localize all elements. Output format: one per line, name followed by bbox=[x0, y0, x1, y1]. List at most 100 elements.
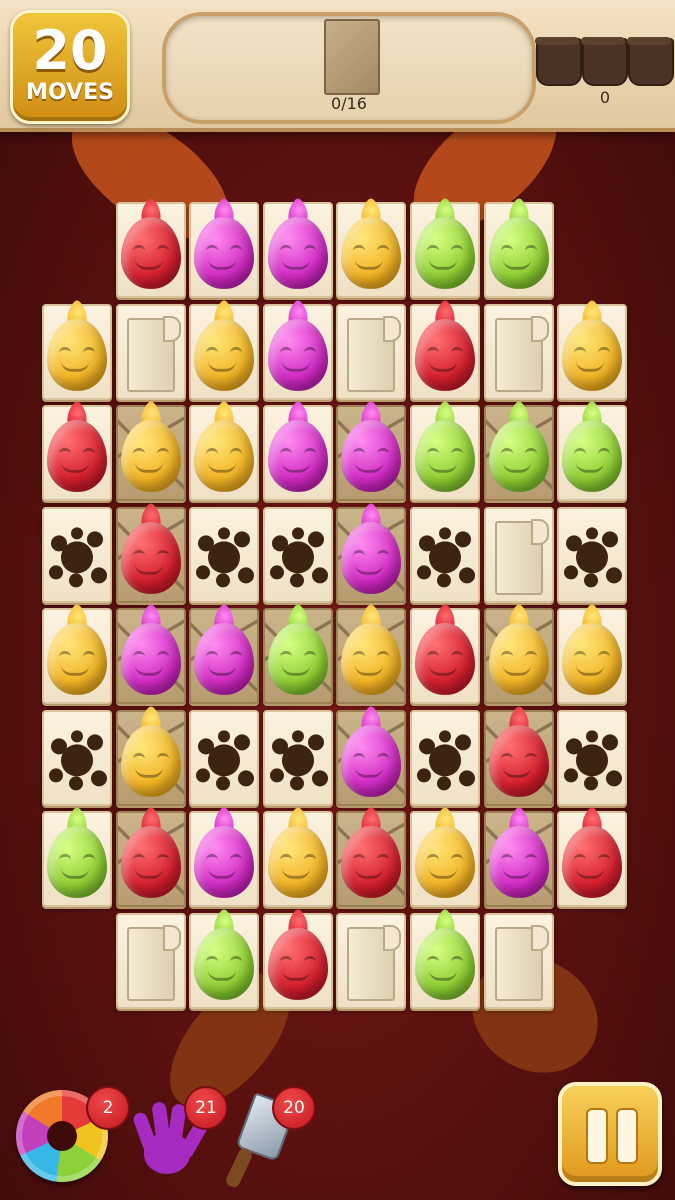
board-tile[interactable] bbox=[42, 303, 112, 400]
board-tile[interactable] bbox=[410, 303, 480, 400]
pink-drop-icon bbox=[488, 825, 549, 898]
board-tile[interactable] bbox=[189, 202, 260, 298]
board-tile[interactable] bbox=[189, 405, 260, 501]
board-tile[interactable] bbox=[336, 202, 407, 298]
green-drop-icon bbox=[488, 216, 549, 289]
board-tile[interactable] bbox=[336, 303, 407, 400]
board-tile[interactable] bbox=[42, 405, 112, 501]
parchment-scroll-icon bbox=[126, 924, 181, 1001]
red-drop-icon bbox=[415, 318, 475, 391]
game-board bbox=[0, 0, 675, 1200]
green-drop-icon bbox=[415, 927, 475, 1000]
cracked-board-tile[interactable] bbox=[336, 405, 407, 501]
cracked-board-tile[interactable] bbox=[115, 608, 186, 704]
chocolate-splat-icon bbox=[268, 729, 328, 790]
red-drop-icon bbox=[120, 521, 181, 594]
pause-button[interactable] bbox=[558, 1082, 662, 1186]
board-tile[interactable] bbox=[262, 405, 333, 501]
cracked-board-tile[interactable] bbox=[115, 405, 186, 501]
board-tile[interactable] bbox=[483, 202, 554, 298]
board-tile[interactable] bbox=[189, 912, 260, 1009]
donut-count-badge: 2 bbox=[86, 1086, 130, 1130]
board-tile[interactable] bbox=[262, 912, 333, 1009]
board-tile[interactable] bbox=[189, 506, 260, 603]
board-tile[interactable] bbox=[262, 709, 333, 806]
board-tile[interactable] bbox=[483, 912, 554, 1009]
parchment-scroll-icon bbox=[347, 924, 402, 1001]
chocolate-splat-icon bbox=[562, 729, 623, 790]
board-tile[interactable] bbox=[262, 202, 333, 298]
green-drop-icon bbox=[267, 622, 328, 695]
cracked-board-tile[interactable] bbox=[115, 506, 186, 603]
board-tile[interactable] bbox=[42, 608, 112, 704]
chocolate-splat-icon bbox=[415, 526, 475, 587]
board-tile[interactable] bbox=[410, 506, 480, 603]
board-tile[interactable] bbox=[262, 303, 333, 400]
cracked-board-tile[interactable] bbox=[483, 811, 554, 907]
red-drop-icon bbox=[488, 724, 549, 797]
pink-drop-icon bbox=[267, 216, 328, 289]
cracked-board-tile[interactable] bbox=[115, 811, 186, 907]
chocolate-splat-icon bbox=[47, 526, 107, 587]
red-drop-icon bbox=[415, 622, 475, 695]
board-tile[interactable] bbox=[410, 405, 480, 501]
board-tile[interactable] bbox=[42, 709, 112, 806]
board-tile[interactable] bbox=[557, 506, 628, 603]
parchment-scroll-icon bbox=[494, 518, 549, 595]
board-tile[interactable] bbox=[557, 811, 628, 907]
board-tile[interactable] bbox=[189, 709, 260, 806]
board-tile[interactable] bbox=[42, 811, 112, 907]
board-tile[interactable] bbox=[410, 811, 480, 907]
cracked-board-tile[interactable] bbox=[189, 608, 260, 704]
chocolate-splat-icon bbox=[415, 729, 475, 790]
pink-drop-icon bbox=[341, 724, 402, 797]
green-drop-icon bbox=[47, 825, 107, 898]
board-tile[interactable] bbox=[410, 912, 480, 1009]
red-drop-icon bbox=[562, 825, 623, 898]
pink-drop-icon bbox=[120, 622, 181, 695]
yellow-drop-icon bbox=[47, 318, 107, 391]
board-tile[interactable] bbox=[557, 709, 628, 806]
cracked-board-tile[interactable] bbox=[336, 811, 407, 907]
board-tile[interactable] bbox=[557, 303, 628, 400]
cracked-board-tile[interactable] bbox=[483, 608, 554, 704]
board-tile[interactable] bbox=[336, 912, 407, 1009]
cracked-board-tile[interactable] bbox=[262, 608, 333, 704]
pink-drop-icon bbox=[194, 825, 255, 898]
chocolate-splat-icon bbox=[562, 526, 623, 587]
cracked-board-tile[interactable] bbox=[336, 709, 407, 806]
yellow-drop-icon bbox=[194, 318, 255, 391]
board-tile[interactable] bbox=[557, 608, 628, 704]
yellow-drop-icon bbox=[267, 825, 328, 898]
board-tile[interactable] bbox=[410, 608, 480, 704]
board-tile[interactable] bbox=[410, 202, 480, 298]
board-tile[interactable] bbox=[115, 303, 186, 400]
parchment-scroll-icon bbox=[494, 924, 549, 1001]
board-tile[interactable] bbox=[115, 912, 186, 1009]
cracked-board-tile[interactable] bbox=[483, 405, 554, 501]
board-tile[interactable] bbox=[262, 811, 333, 907]
board-tile[interactable] bbox=[557, 405, 628, 501]
board-tile[interactable] bbox=[483, 303, 554, 400]
chocolate-splat-icon bbox=[268, 526, 328, 587]
board-tile[interactable] bbox=[483, 506, 554, 603]
cracked-board-tile[interactable] bbox=[115, 709, 186, 806]
board-tile[interactable] bbox=[189, 303, 260, 400]
yellow-drop-icon bbox=[120, 724, 181, 797]
pause-icon bbox=[586, 1108, 608, 1164]
board-tile[interactable] bbox=[42, 506, 112, 603]
cracked-board-tile[interactable] bbox=[483, 709, 554, 806]
yellow-drop-icon bbox=[562, 318, 623, 391]
yellow-drop-icon bbox=[341, 216, 402, 289]
board-tile[interactable] bbox=[115, 202, 186, 298]
board-tile[interactable] bbox=[189, 811, 260, 907]
parchment-scroll-icon bbox=[126, 315, 181, 392]
parchment-scroll-icon bbox=[494, 315, 549, 392]
cracked-board-tile[interactable] bbox=[336, 506, 407, 603]
cracked-board-tile[interactable] bbox=[336, 608, 407, 704]
green-drop-icon bbox=[562, 419, 623, 492]
board-tile[interactable] bbox=[410, 709, 480, 806]
board-tile[interactable] bbox=[262, 506, 333, 603]
yellow-drop-icon bbox=[47, 622, 107, 695]
pink-drop-icon bbox=[267, 419, 328, 492]
